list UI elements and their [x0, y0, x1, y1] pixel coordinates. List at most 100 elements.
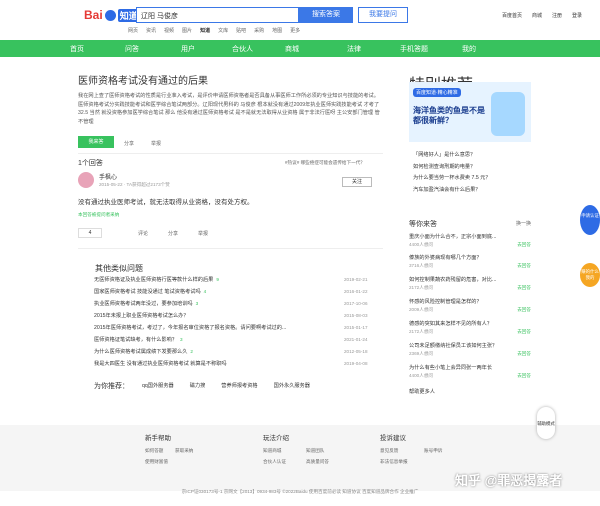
related-item[interactable]: 2015年医师资格考试，考过了，今年报名审位资格了报名资格。请问要啊考试过的..…: [94, 324, 334, 331]
hot-list: 「网络好人」是什么意思？ 如何检测查询刑期的电量？ 为什么要当劳一杯水费卖 7.…: [413, 150, 491, 196]
search-category-nav: 网页 资讯 视频 图片 知道 文库 贴吧 采购 地图 更多: [128, 27, 300, 34]
subnav-item[interactable]: 地图: [272, 27, 282, 34]
accepted-note: 本回答被提问者采纳: [78, 212, 120, 217]
answer-count: 1个回答: [78, 160, 103, 167]
hot-item[interactable]: 汽车加盈汽油会有什么后果？: [413, 185, 491, 197]
report-link[interactable]: 举报: [151, 140, 161, 147]
watermark: 知乎 @罪恶揭露者: [455, 473, 563, 488]
hot-topic-link[interactable]: #热议# 哪些癌症可能会遗传给下一代？: [285, 160, 385, 166]
footer-link[interactable]: 非法信息举报: [380, 459, 408, 465]
footer-link[interactable]: 使用财富值: [145, 459, 168, 465]
top-header: Bai 知道 辽阳 马俊彦 搜索答案 我要提问 百度首页 商城 注册 登录 网页…: [0, 0, 600, 40]
answer-button[interactable]: 我来答: [78, 136, 114, 148]
subnav-item[interactable]: 贴吧: [236, 27, 246, 34]
answer-username[interactable]: 手枫心: [99, 172, 117, 181]
accessibility-mode-button[interactable]: 辅助模式: [537, 407, 555, 439]
nav-mall[interactable]: 商城: [285, 44, 299, 54]
related-item[interactable]: 为什么医师资格考试属成绩下发要那么久 2: [94, 348, 193, 355]
nav-users[interactable]: 用户: [181, 44, 195, 54]
recommend-tag[interactable]: qq国外服务器: [142, 382, 174, 389]
top-links: 百度首页 商城 注册 登录: [502, 12, 582, 19]
more-help-link[interactable]: 帮助更多人: [409, 388, 435, 395]
ad-text: 海洋鱼类的鱼是不是都很新鲜？: [413, 106, 485, 125]
related-date: 2012-05-18: [344, 349, 368, 354]
top-link[interactable]: 注册: [552, 12, 562, 19]
rank-item[interactable]: 如何控制果蔬农药残留的危害，对比... 2172人想问 去回答: [409, 276, 531, 291]
refresh-link[interactable]: 换一换: [516, 220, 531, 227]
footer-link[interactable]: 账号申诉: [424, 448, 442, 454]
rank-item[interactable]: 重庆小面为什么合不，正宗小面到底... 4400人想问 去回答: [409, 233, 531, 248]
nav-mine[interactable]: 我的: [462, 44, 476, 54]
top-link[interactable]: 登录: [572, 12, 582, 19]
rank-item[interactable]: 怀感的风险控制管理是怎样的？ 2009人想问 去回答: [409, 298, 531, 313]
nav-qa[interactable]: 问答: [125, 44, 139, 54]
question-description: 我在网上查了医师资格考试的性质是行业准入考试，是评价申请医师资格者是否具备从事医…: [78, 93, 380, 126]
rank-header: 等你来答 换一换: [409, 219, 531, 229]
footer-section-title: 新手帮助: [145, 435, 171, 442]
nav-home[interactable]: 首页: [70, 44, 84, 54]
related-item[interactable]: 执业医师资格考试两年没过，要参加培训吗 3: [94, 300, 198, 307]
sidebar-ad-banner[interactable]: 百度知道·精心精准 海洋鱼类的鱼是不是都很新鲜？: [409, 82, 531, 142]
divider: [78, 153, 383, 154]
footer-link[interactable]: 知道团队: [306, 448, 324, 454]
subnav-item[interactable]: 视频: [164, 27, 174, 34]
related-item[interactable]: 2015年未报上职业医师资格考试怎么办？: [94, 312, 192, 319]
related-date: 2019-02-21: [344, 277, 368, 282]
footer-link[interactable]: 知道商城: [263, 448, 281, 454]
apply-certify-badge[interactable]: 申请认证: [580, 205, 600, 235]
footer-link[interactable]: 合伙人认证: [263, 459, 286, 465]
answer-share-link[interactable]: 分享: [168, 230, 178, 237]
related-date: 2015-08-03: [344, 313, 368, 318]
top-link[interactable]: 百度首页: [502, 12, 522, 19]
share-link[interactable]: 分享: [124, 140, 134, 147]
related-title: 其他类似问题: [95, 264, 143, 273]
hot-item[interactable]: 「网络好人」是什么意思？: [413, 150, 491, 162]
recommend-tag[interactable]: 营养师报考资格: [221, 382, 257, 389]
copyright: 京ICP证030173号-1 京网文【2013】0934-983号 ©2022B…: [181, 489, 419, 494]
subnav-item[interactable]: 更多: [290, 27, 300, 34]
related-date: 2016-01-22: [344, 289, 368, 294]
footer-link[interactable]: 意见反馈: [380, 448, 398, 454]
earn-badge[interactable]: 赚的什么我的: [580, 263, 600, 287]
subnav-item[interactable]: 采购: [254, 27, 264, 34]
related-item[interactable]: 医师资格证笔试缺考，有什么影响？ 3: [94, 336, 183, 343]
nav-law[interactable]: 法律: [347, 44, 361, 54]
subnav-item[interactable]: 网页: [128, 27, 138, 34]
related-item[interactable]: 无医师资格证及执业医师资格行医等款什么样的后果 9: [94, 276, 219, 283]
footer-link[interactable]: 高质量问答: [306, 459, 329, 465]
baidu-zhidao-logo[interactable]: Bai 知道: [84, 8, 140, 22]
footer-link[interactable]: 获取采纳: [175, 448, 193, 454]
related-date: 2019-04-08: [344, 361, 368, 366]
related-date: 2021-01-24: [344, 337, 368, 342]
subnav-item[interactable]: 图片: [182, 27, 192, 34]
recommend-tag[interactable]: 磁力搜: [190, 382, 206, 389]
related-item[interactable]: 国家医师资格考试 技能没通过 笔试资格考试吗 4: [94, 288, 206, 295]
avatar[interactable]: [78, 172, 94, 188]
ask-button[interactable]: 我要提问: [358, 7, 408, 23]
nav-partner[interactable]: 合伙人: [232, 44, 253, 54]
footer-section-title: 投诉建议: [380, 435, 406, 442]
ad-tag: 百度知道·精心精准: [413, 88, 461, 97]
subnav-item-active[interactable]: 知道: [200, 27, 210, 34]
nav-mobile-answer[interactable]: 手机答题: [400, 44, 428, 54]
related-item[interactable]: 我是大四医生 没有通过执业医师资格考试 就算是不称职吗: [94, 360, 227, 367]
related-date: 2017-10-06: [344, 301, 368, 306]
rank-item[interactable]: 德感的突如其来怎样不见的所有人？ 2172人想问 去回答: [409, 320, 531, 335]
like-button[interactable]: 4: [78, 228, 102, 238]
subnav-item[interactable]: 资讯: [146, 27, 156, 34]
rank-item[interactable]: 傣族的外婆病现有哪几个方面？ 3716人想问 去回答: [409, 254, 531, 269]
footer-link[interactable]: 如何答题: [145, 448, 163, 454]
related-date: 2015-01-17: [344, 325, 368, 330]
subnav-item[interactable]: 文库: [218, 27, 228, 34]
hot-item[interactable]: 为什么要当劳一杯水费卖 7.5 元？: [413, 173, 491, 185]
top-link[interactable]: 商城: [532, 12, 542, 19]
rank-item[interactable]: 为什么有些小笔上会异同张一两年长 4400人想问 去回答: [409, 364, 531, 379]
comment-link[interactable]: 评论: [138, 230, 148, 237]
recommend-tag[interactable]: 国外永久服务器: [274, 382, 310, 389]
answer-report-link[interactable]: 举报: [198, 230, 208, 237]
follow-button[interactable]: 关注: [342, 177, 372, 187]
search-input[interactable]: 辽阳 马俊彦: [136, 7, 299, 23]
rank-item[interactable]: 公司未足额缴纳社保员工该如何主张？ 2369人想问 去回答: [409, 342, 531, 357]
hot-item[interactable]: 如何检测查询刑期的电量？: [413, 162, 491, 174]
search-button[interactable]: 搜索答案: [299, 7, 353, 23]
